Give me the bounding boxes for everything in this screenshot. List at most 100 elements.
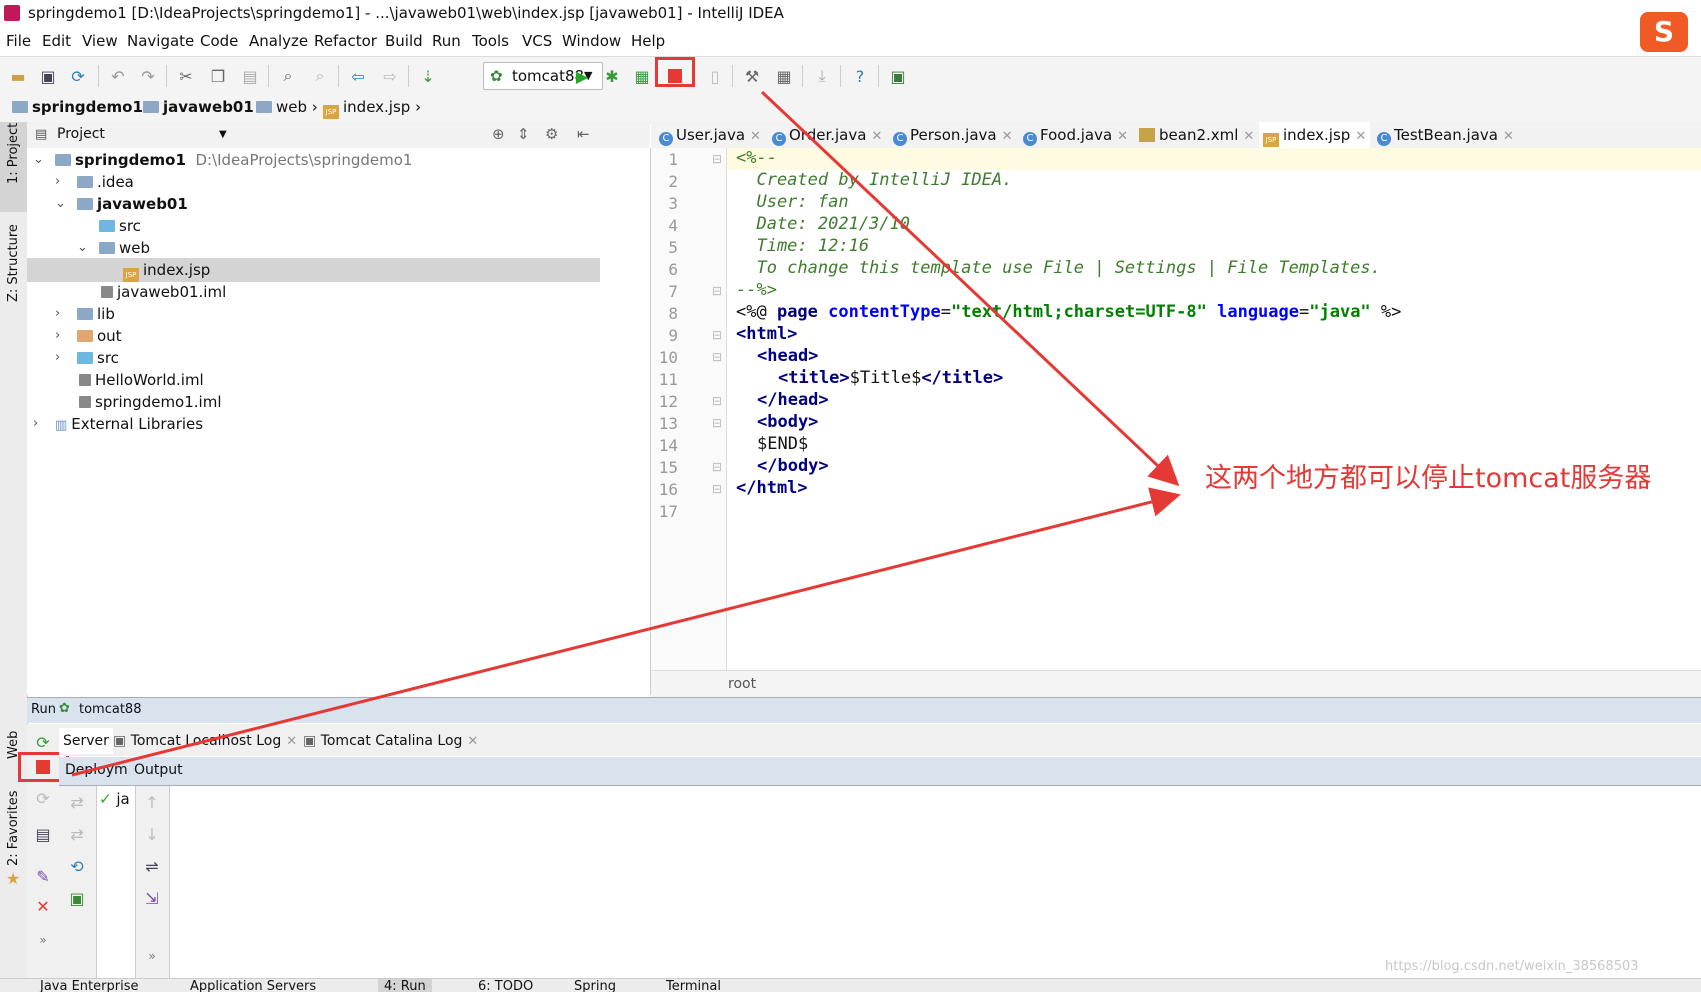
open-folder-icon[interactable]: ▬ bbox=[8, 66, 28, 86]
tree-node-lib[interactable]: › lib bbox=[27, 302, 600, 326]
fold-icon[interactable]: ⊟ bbox=[712, 350, 722, 364]
deployment-item[interactable]: ✓ ja bbox=[99, 790, 130, 808]
project-structure-icon[interactable]: ▦ bbox=[774, 66, 794, 86]
tool-todo[interactable]: 6: TODO bbox=[478, 979, 533, 992]
star-icon[interactable]: ★ bbox=[6, 869, 20, 888]
chevron-right-icon[interactable]: › bbox=[55, 170, 60, 194]
menu-analyze[interactable]: Analyze bbox=[249, 32, 308, 50]
coverage-icon[interactable]: ▦ bbox=[632, 66, 652, 86]
code-editor[interactable]: <%-- Created by IntelliJ IDEA. User: fan… bbox=[727, 148, 1701, 670]
menu-window[interactable]: Window bbox=[562, 32, 621, 50]
sync-icon[interactable]: ⟳ bbox=[68, 66, 88, 86]
database-icon[interactable]: ▣ bbox=[888, 66, 908, 86]
save-icon[interactable]: ▣ bbox=[38, 66, 58, 86]
tab-food-java[interactable]: C Food.java ✕ bbox=[1019, 122, 1132, 148]
chevron-down-icon[interactable]: ⌄ bbox=[55, 192, 66, 216]
tree-node-springdemo1[interactable]: ⌄ springdemo1 D:\IdeaProjects\springdemo… bbox=[27, 148, 600, 172]
editor-breadcrumb[interactable]: root bbox=[728, 676, 756, 692]
copy-icon[interactable]: ❐ bbox=[208, 66, 228, 86]
forward-icon[interactable]: ⇨ bbox=[380, 66, 400, 86]
tool-java-enterprise[interactable]: Java Enterprise bbox=[40, 979, 138, 992]
stop-icon[interactable] bbox=[665, 66, 685, 86]
artifact-icon[interactable]: ▣ bbox=[67, 888, 87, 908]
chevron-right-icon[interactable]: › bbox=[55, 302, 60, 326]
debug-icon[interactable]: ✱ bbox=[602, 66, 622, 86]
tab-user-java[interactable]: C User.java ✕ bbox=[655, 122, 765, 148]
tree-node-out[interactable]: › out bbox=[27, 324, 600, 348]
close-icon[interactable]: ✕ bbox=[1243, 129, 1254, 144]
menu-build[interactable]: Build bbox=[385, 32, 423, 50]
cut-icon[interactable]: ✂ bbox=[176, 66, 196, 86]
tab-testbean-java[interactable]: C TestBean.java ✕ bbox=[1373, 122, 1518, 148]
close-icon[interactable]: ✕ bbox=[750, 129, 761, 144]
update-icon[interactable]: ⟳ bbox=[33, 788, 53, 808]
tool-application-servers[interactable]: Application Servers bbox=[190, 979, 316, 992]
menu-file[interactable]: File bbox=[6, 32, 31, 50]
menu-tools[interactable]: Tools bbox=[472, 32, 509, 50]
menu-refactor[interactable]: Refactor bbox=[314, 32, 377, 50]
sogou-ime-icon[interactable]: S bbox=[1640, 12, 1688, 52]
menu-navigate[interactable]: Navigate bbox=[127, 32, 194, 50]
fold-icon[interactable]: ⊟ bbox=[712, 394, 722, 408]
hide-pane-icon[interactable]: ⇤ bbox=[577, 125, 590, 143]
menu-code[interactable]: Code bbox=[200, 32, 238, 50]
favorites-tool-label[interactable]: 2: Favorites bbox=[6, 790, 21, 866]
download-icon[interactable]: ⤓ bbox=[812, 66, 832, 86]
close-icon[interactable]: ✕ bbox=[33, 896, 53, 916]
chevron-right-icon[interactable]: › bbox=[55, 346, 60, 370]
menu-view[interactable]: View bbox=[82, 32, 118, 50]
layout-icon[interactable]: ▤ bbox=[33, 824, 53, 844]
tree-node-javaweb01-src[interactable]: src bbox=[27, 214, 600, 238]
tool-run[interactable]: 4: Run bbox=[378, 979, 432, 992]
breadcrumb-web[interactable]: web › bbox=[256, 98, 318, 116]
fold-icon[interactable]: ⊟ bbox=[712, 460, 722, 474]
chevron-right-icon[interactable]: › bbox=[33, 412, 38, 436]
soft-wrap-icon[interactable]: ⇌ bbox=[142, 856, 162, 876]
fold-icon[interactable]: ⊟ bbox=[712, 482, 722, 496]
replace-icon[interactable]: ⌕ bbox=[310, 66, 330, 86]
tab-index-jsp[interactable]: JSP index.jsp ✕ bbox=[1259, 122, 1371, 148]
run-stop-icon[interactable] bbox=[33, 757, 53, 777]
tree-node-helloworld-iml[interactable]: HelloWorld.iml bbox=[27, 368, 600, 392]
more-icon[interactable]: » bbox=[142, 946, 162, 966]
breadcrumb-springdemo1[interactable]: springdemo1 › bbox=[12, 98, 154, 116]
pin-icon[interactable]: ✎ bbox=[33, 866, 53, 886]
arrow-up-icon[interactable]: ↑ bbox=[142, 792, 162, 812]
run-output-area[interactable] bbox=[59, 786, 1701, 978]
tree-node-javaweb01[interactable]: ⌄ javaweb01 bbox=[27, 192, 600, 216]
scroll-to-end-icon[interactable]: ⇲ bbox=[142, 888, 162, 908]
close-icon[interactable]: ✕ bbox=[1117, 129, 1128, 144]
more-icon[interactable]: » bbox=[33, 930, 53, 950]
tree-node-web[interactable]: ⌄ web bbox=[27, 236, 600, 260]
structure-tool-label[interactable]: Z: Structure bbox=[6, 224, 21, 302]
tree-node-src[interactable]: › src bbox=[27, 346, 600, 370]
tree-node-springdemo1-iml[interactable]: springdemo1.iml bbox=[27, 390, 600, 414]
menu-run[interactable]: Run bbox=[432, 32, 461, 50]
rerun-icon[interactable]: ⟳ bbox=[33, 732, 53, 752]
breadcrumb-index-jsp[interactable]: JSP index.jsp › bbox=[323, 98, 421, 119]
close-icon[interactable]: ✕ bbox=[1002, 129, 1013, 144]
project-view-select[interactable]: Project bbox=[57, 126, 105, 142]
menu-help[interactable]: Help bbox=[631, 32, 665, 50]
bookmark-icon[interactable]: ▯ bbox=[705, 66, 725, 86]
gear-icon[interactable]: ⚙ bbox=[545, 125, 558, 143]
chevron-down-icon[interactable]: ⌄ bbox=[77, 236, 88, 260]
find-icon[interactable]: ⌕ bbox=[278, 66, 298, 86]
undo-icon[interactable]: ↶ bbox=[108, 66, 128, 86]
close-icon[interactable]: ✕ bbox=[467, 734, 478, 749]
fold-icon[interactable]: ⊟ bbox=[712, 416, 722, 430]
undeploy-icon[interactable]: ⇄ bbox=[67, 824, 87, 844]
close-icon[interactable]: ✕ bbox=[286, 734, 297, 749]
run-icon[interactable]: ▶ bbox=[572, 66, 592, 86]
menu-edit[interactable]: Edit bbox=[42, 32, 71, 50]
fold-icon[interactable]: ⊟ bbox=[712, 284, 722, 298]
deploy-icon[interactable]: ⇄ bbox=[67, 792, 87, 812]
chevron-right-icon[interactable]: › bbox=[55, 324, 60, 348]
tab-bean2-xml[interactable]: bean2.xml ✕ bbox=[1135, 122, 1258, 148]
tab-person-java[interactable]: C Person.java ✕ bbox=[889, 122, 1017, 148]
chevron-down-icon[interactable]: ⌄ bbox=[33, 148, 44, 172]
locate-icon[interactable]: ⊕ bbox=[492, 125, 505, 143]
settings-tools-icon[interactable]: ⚒ bbox=[742, 66, 762, 86]
help-icon[interactable]: ? bbox=[850, 66, 870, 86]
close-icon[interactable]: ✕ bbox=[1355, 129, 1366, 144]
